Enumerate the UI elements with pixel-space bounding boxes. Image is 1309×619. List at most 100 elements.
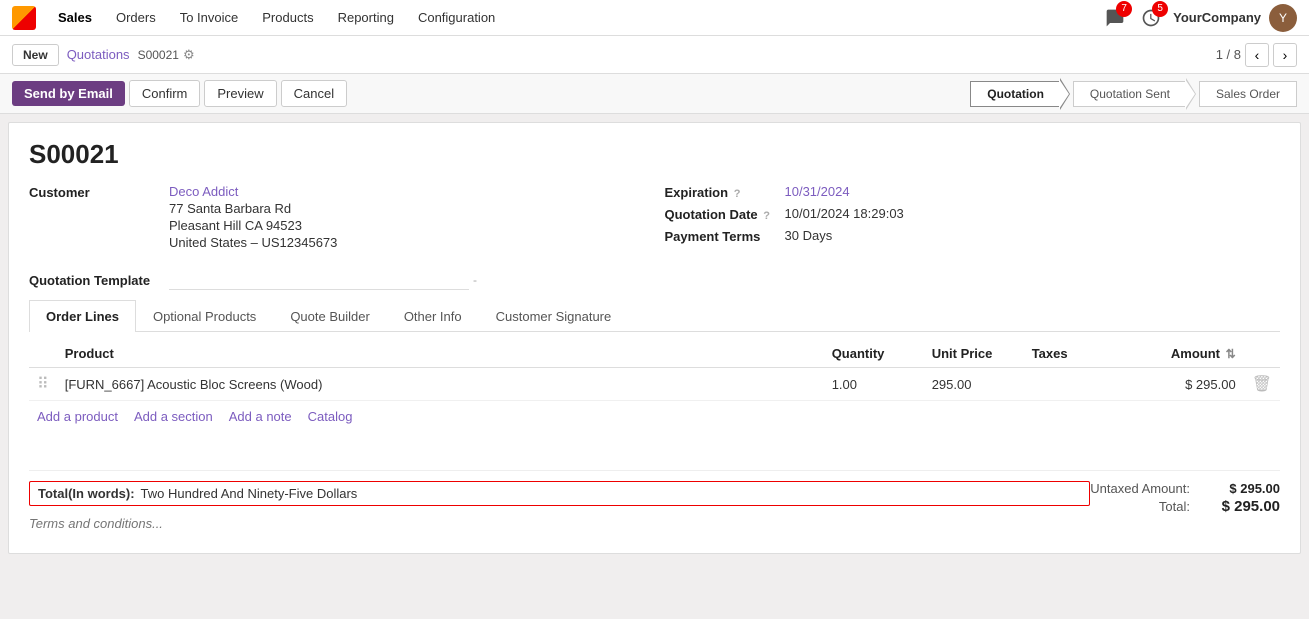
pagination-next-button[interactable]: › xyxy=(1273,43,1297,67)
add-links: Add a product Add a section Add a note C… xyxy=(29,401,1280,432)
cancel-button[interactable]: Cancel xyxy=(281,80,347,107)
nav-reporting[interactable]: Reporting xyxy=(328,6,404,29)
customer-name[interactable]: Deco Addict xyxy=(169,184,337,199)
total-value: $ 295.00 xyxy=(1210,498,1280,515)
nav-orders[interactable]: Orders xyxy=(106,6,166,29)
nav-products[interactable]: Products xyxy=(252,6,323,29)
quotation-date-field-row: Quotation Date ? 10/01/2024 18:29:03 xyxy=(665,206,1281,222)
payment-terms-field-row: Payment Terms 30 Days xyxy=(665,228,1281,244)
tab-quote-builder[interactable]: Quote Builder xyxy=(273,300,387,332)
action-bar: Send by Email Confirm Preview Cancel Quo… xyxy=(0,74,1309,114)
col-drag xyxy=(29,340,57,368)
total-words-value: Two Hundred And Ninety-Five Dollars xyxy=(141,486,358,501)
form-title: S00021 xyxy=(29,139,1280,170)
row-quantity[interactable]: 1.00 xyxy=(824,368,924,401)
footer-left: Total(In words): Two Hundred And Ninety-… xyxy=(29,481,1090,533)
nav-right: 7 5 YourCompany Y xyxy=(1101,4,1297,32)
footer-section: Total(In words): Two Hundred And Ninety-… xyxy=(29,470,1280,537)
totals-right: Untaxed Amount: $ 295.00 Total: $ 295.00 xyxy=(1090,481,1280,515)
pagination-count: 1 / 8 xyxy=(1216,47,1241,62)
customer-label: Customer xyxy=(29,184,169,200)
activities-badge: 5 xyxy=(1152,1,1168,17)
expiration-help-icon[interactable]: ? xyxy=(734,188,741,200)
expiration-field-row: Expiration ? 10/31/2024 xyxy=(665,184,1281,200)
status-quotation[interactable]: Quotation xyxy=(970,81,1061,107)
status-sales-order[interactable]: Sales Order xyxy=(1199,81,1297,107)
total-label: Total: xyxy=(1159,499,1190,514)
breadcrumb-current: S00021 ⚙ xyxy=(138,47,195,63)
main-wrapper: S00021 Customer Deco Addict 77 Santa Bar… xyxy=(0,114,1309,617)
customer-address2: Pleasant Hill CA 94523 xyxy=(169,218,337,233)
template-input[interactable] xyxy=(169,270,469,290)
amount-sort-icon[interactable]: ⇅ xyxy=(1226,347,1236,361)
row-spacer xyxy=(1104,368,1144,401)
table-row: ⠿ [FURN_6667] Acoustic Bloc Screens (Woo… xyxy=(29,368,1280,401)
row-unit-price[interactable]: 295.00 xyxy=(924,368,1024,401)
preview-button[interactable]: Preview xyxy=(204,80,276,107)
add-note-link[interactable]: Add a note xyxy=(229,409,292,424)
settings-gear-icon[interactable]: ⚙ xyxy=(183,47,195,63)
breadcrumb-id: S00021 xyxy=(138,48,179,62)
col-quantity: Quantity xyxy=(824,340,924,368)
col-amount: Amount ⇅ xyxy=(1144,340,1244,368)
nav-to-invoice[interactable]: To Invoice xyxy=(170,6,249,29)
tab-customer-signature[interactable]: Customer Signature xyxy=(479,300,629,332)
customer-address1: 77 Santa Barbara Rd xyxy=(169,201,337,216)
breadcrumb-bar: New Quotations S00021 ⚙ 1 / 8 ‹ › xyxy=(0,36,1309,74)
user-avatar[interactable]: Y xyxy=(1269,4,1297,32)
total-words-container: Total(In words): Two Hundred And Ninety-… xyxy=(29,481,1090,506)
template-dropdown-icon[interactable]: - xyxy=(473,273,477,287)
spacer xyxy=(29,432,1280,462)
pagination-prev-button[interactable]: ‹ xyxy=(1245,43,1269,67)
content-card: S00021 Customer Deco Addict 77 Santa Bar… xyxy=(8,122,1301,554)
form-left: Customer Deco Addict 77 Santa Barbara Rd… xyxy=(29,184,645,256)
logo-box xyxy=(12,6,36,30)
quotation-date-help-icon[interactable]: ? xyxy=(763,210,770,222)
add-section-link[interactable]: Add a section xyxy=(134,409,213,424)
row-taxes[interactable] xyxy=(1024,368,1104,401)
send-by-email-button[interactable]: Send by Email xyxy=(12,81,125,106)
col-spacer xyxy=(1104,340,1144,368)
expiration-value[interactable]: 10/31/2024 xyxy=(785,184,850,199)
untaxed-value: $ 295.00 xyxy=(1210,481,1280,496)
form-right: Expiration ? 10/31/2024 Quotation Date ?… xyxy=(665,184,1281,256)
row-amount: $ 295.00 xyxy=(1144,368,1244,401)
pagination: 1 / 8 ‹ › xyxy=(1216,43,1297,67)
top-nav: Sales Orders To Invoice Products Reporti… xyxy=(0,0,1309,36)
app-logo xyxy=(12,6,36,30)
customer-field-row: Customer Deco Addict 77 Santa Barbara Rd… xyxy=(29,184,645,250)
quotation-date-label: Quotation Date ? xyxy=(665,206,785,222)
breadcrumb-parent[interactable]: Quotations xyxy=(67,47,130,62)
main-content: S00021 Customer Deco Addict 77 Santa Bar… xyxy=(0,114,1309,617)
tabs: Order Lines Optional Products Quote Buil… xyxy=(29,300,1280,332)
add-product-link[interactable]: Add a product xyxy=(37,409,118,424)
col-product: Product xyxy=(57,340,824,368)
col-delete xyxy=(1244,340,1280,368)
catalog-link[interactable]: Catalog xyxy=(308,409,353,424)
customer-address3: United States – US12345673 xyxy=(169,235,337,250)
row-delete[interactable]: 🗑 xyxy=(1244,368,1280,401)
quotation-date-value: 10/01/2024 18:29:03 xyxy=(785,206,904,221)
tab-other-info[interactable]: Other Info xyxy=(387,300,479,332)
activities-button[interactable]: 5 xyxy=(1137,4,1165,32)
nav-configuration[interactable]: Configuration xyxy=(408,6,505,29)
terms-input[interactable] xyxy=(29,514,1090,533)
row-product[interactable]: [FURN_6667] Acoustic Bloc Screens (Wood) xyxy=(57,368,824,401)
nav-sales[interactable]: Sales xyxy=(48,6,102,29)
total-words-label: Total(In words): xyxy=(38,486,135,501)
confirm-button[interactable]: Confirm xyxy=(129,80,201,107)
row-drag-handle[interactable]: ⠿ xyxy=(29,368,57,401)
messages-button[interactable]: 7 xyxy=(1101,4,1129,32)
col-unit-price: Unit Price xyxy=(924,340,1024,368)
template-row: Quotation Template - xyxy=(29,270,1280,290)
new-button[interactable]: New xyxy=(12,44,59,66)
status-pipeline: Quotation Quotation Sent Sales Order xyxy=(970,81,1297,107)
status-quotation-sent[interactable]: Quotation Sent xyxy=(1073,81,1187,107)
delete-icon[interactable]: 🗑 xyxy=(1252,376,1272,393)
company-name: YourCompany xyxy=(1173,10,1261,25)
template-label: Quotation Template xyxy=(29,272,169,288)
tab-optional-products[interactable]: Optional Products xyxy=(136,300,273,332)
order-table: Product Quantity Unit Price Taxes Amount… xyxy=(29,340,1280,401)
col-taxes: Taxes xyxy=(1024,340,1104,368)
tab-order-lines[interactable]: Order Lines xyxy=(29,300,136,332)
